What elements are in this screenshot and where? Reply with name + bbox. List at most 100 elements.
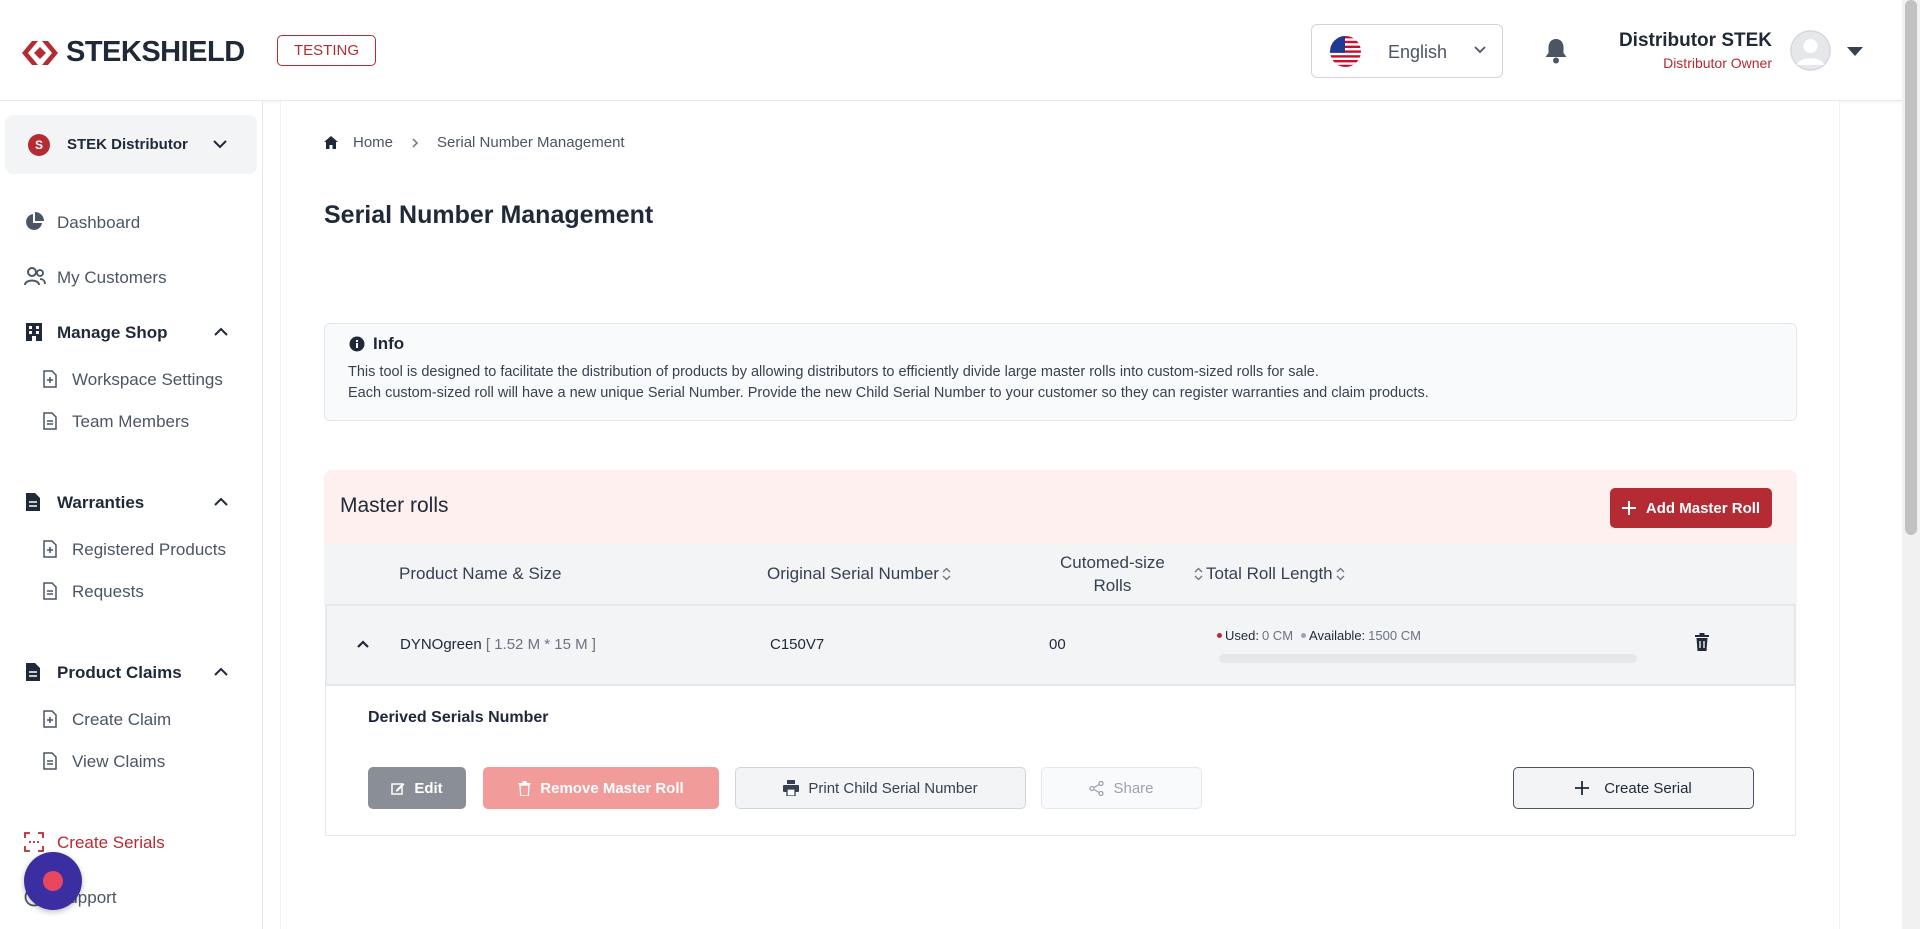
sidebar-item-requests[interactable]: Requests (0, 573, 262, 609)
user-menu-caret-icon[interactable] (1846, 45, 1864, 63)
sidebar-item-dashboard[interactable]: Dashboard (0, 204, 262, 240)
master-rolls-table-header: Product Name & Size Original Serial Numb… (324, 544, 1797, 604)
edit-button[interactable]: Edit (368, 767, 466, 809)
product-size: [ 1.52 M * 15 M ] (485, 636, 596, 653)
create-serial-button[interactable]: Create Serial (1513, 767, 1754, 809)
sidebar: S STEK Distributor Dashboard My Customer… (0, 101, 263, 929)
chevron-up-icon (212, 494, 230, 515)
info-text-line-2: Each custom-sized roll will have a new u… (348, 385, 1429, 401)
trash-icon (518, 780, 531, 796)
top-header: STEKSHIELD TESTING English Distributor S… (0, 0, 1902, 101)
edit-button-label: Edit (414, 779, 443, 797)
share-button[interactable]: Share (1041, 767, 1202, 809)
notification-bell-icon[interactable] (1544, 38, 1568, 69)
remove-master-roll-button[interactable]: Remove Master Roll (483, 767, 719, 809)
sidebar-item-workspace-settings[interactable]: Workspace Settings (0, 361, 262, 397)
chevron-right-icon (411, 137, 419, 149)
page-scrollbar[interactable] (1902, 0, 1920, 929)
language-select[interactable]: English (1311, 24, 1503, 78)
sidebar-item-label: View Claims (72, 752, 166, 771)
sidebar-section-manage-shop[interactable]: Manage Shop (0, 314, 262, 350)
product-name-cell: DYNOgreen [ 1.52 M * 15 M ] (400, 636, 596, 653)
sidebar-item-label: Workspace Settings (72, 370, 223, 389)
print-child-serial-label: Print Child Serial Number (808, 779, 978, 797)
sort-icon[interactable] (942, 567, 951, 581)
column-header-label: Cutomed-size (1060, 553, 1165, 572)
roll-usage-progress (1219, 654, 1637, 663)
sort-icon[interactable] (1194, 567, 1203, 581)
organization-switcher[interactable]: S STEK Distributor (5, 115, 257, 174)
add-master-roll-label: Add Master Roll (1645, 499, 1761, 517)
user-name: Distributor STEK (1618, 30, 1772, 51)
sidebar-item-label: My Customers (57, 268, 167, 287)
file-plus-icon (42, 370, 58, 388)
logo-mark-icon (22, 39, 58, 67)
product-name: DYNOgreen (400, 636, 482, 653)
column-header-serial[interactable]: Original Serial Number (767, 564, 951, 584)
used-dot-icon (1217, 633, 1222, 638)
sidebar-item-registered-products[interactable]: Registered Products (0, 531, 262, 567)
avatar[interactable] (1790, 30, 1831, 71)
print-child-serial-button[interactable]: Print Child Serial Number (735, 767, 1026, 809)
column-header-label: Total Roll Length (1206, 564, 1333, 583)
serial-number-cell: C150V7 (770, 636, 825, 653)
page-title: Serial Number Management (324, 201, 654, 229)
building-icon (24, 322, 44, 342)
pie-chart-icon (24, 212, 44, 232)
info-title: Info (373, 334, 405, 353)
roll-usage-legend: Used: 0 CM Available: 1500 CM (1217, 628, 1421, 643)
home-icon[interactable] (324, 136, 338, 149)
sidebar-section-warranties[interactable]: Warranties (0, 484, 262, 520)
breadcrumb-home-link[interactable]: Home (353, 134, 393, 151)
sidebar-item-create-claim[interactable]: Create Claim (0, 701, 262, 737)
scrollbar-thumb[interactable] (1905, 0, 1917, 535)
column-header-label: Original Serial Number (767, 564, 939, 583)
sidebar-item-view-claims[interactable]: View Claims (0, 743, 262, 779)
sidebar-item-team-members[interactable]: Team Members (0, 403, 262, 439)
chat-widget-button[interactable] (24, 852, 82, 910)
master-rolls-title: Master rolls (340, 494, 449, 517)
scan-icon (24, 832, 44, 852)
org-logo-icon: S (28, 134, 50, 156)
org-name: STEK Distributor (67, 136, 188, 153)
user-role: Distributor Owner (1663, 55, 1772, 71)
table-row[interactable]: DYNOgreen [ 1.52 M * 15 M ] C150V7 00 Us… (325, 604, 1796, 686)
available-dot-icon (1301, 633, 1307, 638)
sidebar-item-label: Registered Products (72, 540, 227, 559)
environment-badge: TESTING (277, 35, 377, 66)
create-serial-label: Create Serial (1604, 779, 1692, 797)
sidebar-item-label: Manage Shop (57, 323, 168, 342)
printer-icon (783, 780, 800, 796)
file-plus-icon (42, 540, 58, 558)
derived-serials-title: Derived Serials Number (368, 709, 549, 726)
file-text-icon (42, 412, 58, 430)
column-header-custom-rolls[interactable]: Cutomed-size Rolls (1060, 551, 1165, 597)
us-flag-icon (1330, 36, 1361, 67)
sidebar-item-label: Create Claim (72, 710, 172, 729)
breadcrumb-current: Serial Number Management (437, 134, 625, 151)
sidebar-item-label: Warranties (57, 493, 145, 512)
column-header-length[interactable]: Total Roll Length (1194, 564, 1345, 584)
edit-icon (391, 781, 405, 795)
chevron-up-icon[interactable] (355, 637, 371, 655)
chat-widget-icon (43, 871, 63, 891)
sidebar-item-my-customers[interactable]: My Customers (0, 259, 262, 295)
info-icon (349, 336, 365, 357)
breadcrumb: Home Serial Number Management (324, 134, 625, 151)
sidebar-section-product-claims[interactable]: Product Claims (0, 654, 262, 690)
used-label: Used: (1225, 628, 1259, 643)
column-header-product[interactable]: Product Name & Size (399, 564, 562, 584)
users-icon (24, 267, 46, 287)
delete-icon[interactable] (1694, 633, 1710, 656)
share-button-label: Share (1113, 779, 1154, 797)
available-value: 1500 CM (1368, 628, 1421, 643)
file-plus-icon (42, 710, 58, 728)
sidebar-item-label: Product Claims (57, 663, 182, 682)
file-text-icon (42, 752, 58, 770)
master-rolls-header: Master rolls Add Master Roll (324, 470, 1797, 544)
chevron-up-icon (212, 324, 230, 345)
sidebar-item-label: Team Members (72, 412, 190, 431)
brand-logo[interactable]: STEKSHIELD (22, 36, 245, 69)
sort-icon[interactable] (1336, 567, 1345, 581)
add-master-roll-button[interactable]: Add Master Roll (1610, 488, 1772, 528)
